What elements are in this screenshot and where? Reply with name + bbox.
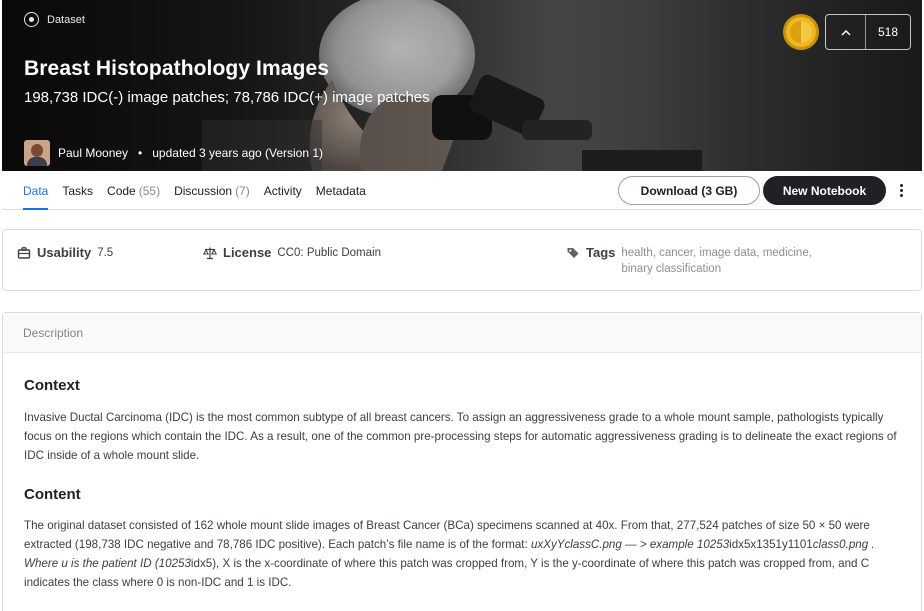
tab-label: Metadata xyxy=(315,183,366,198)
tab-label: Discussion xyxy=(174,183,233,198)
chevron-up-icon xyxy=(840,29,851,36)
tab-discussion[interactable]: Discussion (7) xyxy=(167,171,257,210)
tag-health[interactable]: health xyxy=(621,247,652,259)
tab-bar: Data Tasks Code (55) Discussion (7) Activi… xyxy=(2,171,922,210)
tag-medicine[interactable]: medicine xyxy=(763,247,809,259)
tab-count: (7) xyxy=(235,183,250,198)
tab-label: Tasks xyxy=(62,183,94,198)
license-value[interactable]: CC0: Public Domain xyxy=(277,247,381,259)
more-options-icon[interactable] xyxy=(894,180,908,200)
tags-list: health, cancer, image data, medicine, bin… xyxy=(621,247,812,275)
tags-label: Tags xyxy=(586,245,616,260)
tag-image-data[interactable]: image data xyxy=(699,247,756,259)
dataset-icon xyxy=(24,12,39,27)
new-notebook-button[interactable]: New Notebook xyxy=(763,176,886,205)
gold-medal-icon xyxy=(783,14,819,50)
usability-label: Usability xyxy=(37,245,92,260)
tabs: Data Tasks Code (55) Discussion (7) Activi… xyxy=(16,171,373,210)
tab-count: (55) xyxy=(138,183,161,198)
page-title: Breast Histopathology Images xyxy=(24,57,330,80)
upvote-widget[interactable]: 518 xyxy=(825,14,911,50)
license-label: License xyxy=(223,245,272,260)
tab-metadata[interactable]: Metadata xyxy=(309,171,373,210)
description-header: Description xyxy=(3,313,921,353)
license-item: License CC0: Public Domain xyxy=(203,244,381,260)
tag-icon xyxy=(567,248,579,258)
dataset-meta-card: Usability 7.5 License CC0: Public Domain… xyxy=(2,229,922,291)
author-name[interactable]: Paul Mooney xyxy=(58,146,128,160)
description-card: Description Context Invasive Ductal Carc… xyxy=(2,312,922,611)
scale-icon xyxy=(203,247,217,260)
usability-item: Usability 7.5 xyxy=(17,244,113,260)
tag-binary-classification[interactable]: binary classification xyxy=(621,263,721,275)
context-paragraph: Invasive Ductal Carcinoma (IDC) is the m… xyxy=(24,411,897,462)
content-heading: Content xyxy=(24,486,81,503)
avatar[interactable] xyxy=(24,140,50,166)
page-subtitle: 198,738 IDC(-) image patches; 78,786 IDC… xyxy=(24,89,430,106)
usability-value: 7.5 xyxy=(97,247,114,259)
vote-count: 518 xyxy=(877,25,899,39)
author-line: Paul Mooney • updated 3 years ago (Versi… xyxy=(24,140,323,166)
content-format: uxXyYclassC.png — > example 10253 xyxy=(530,538,730,551)
content-paragraph: The original dataset consisted of 162 wh… xyxy=(24,516,910,592)
tag-cancer[interactable]: cancer xyxy=(659,247,693,259)
dataset-type-label: Dataset xyxy=(47,13,85,26)
tab-tasks[interactable]: Tasks xyxy=(55,171,100,210)
content-text: idx5x1351y1101 xyxy=(729,538,813,551)
tab-label: Activity xyxy=(263,183,302,198)
tab-data[interactable]: Data xyxy=(16,171,55,210)
tab-label: Data xyxy=(23,183,49,198)
tab-label: Code xyxy=(107,183,136,198)
tab-activity[interactable]: Activity xyxy=(257,171,309,210)
tags-item: Tags health, cancer, image data, medicin… xyxy=(566,244,851,277)
separator-dot: • xyxy=(138,146,143,160)
context-heading: Context xyxy=(24,377,80,394)
briefcase-icon xyxy=(17,247,31,259)
updated-text: updated 3 years ago (Version 1) xyxy=(152,146,324,160)
download-button[interactable]: Download (3 GB) xyxy=(618,176,760,205)
tab-code[interactable]: Code (55) xyxy=(100,171,167,210)
dataset-type: Dataset xyxy=(24,12,85,27)
dataset-hero: Dataset Breast Histopathology Images 198… xyxy=(2,0,922,171)
upvote-button[interactable] xyxy=(826,15,866,49)
